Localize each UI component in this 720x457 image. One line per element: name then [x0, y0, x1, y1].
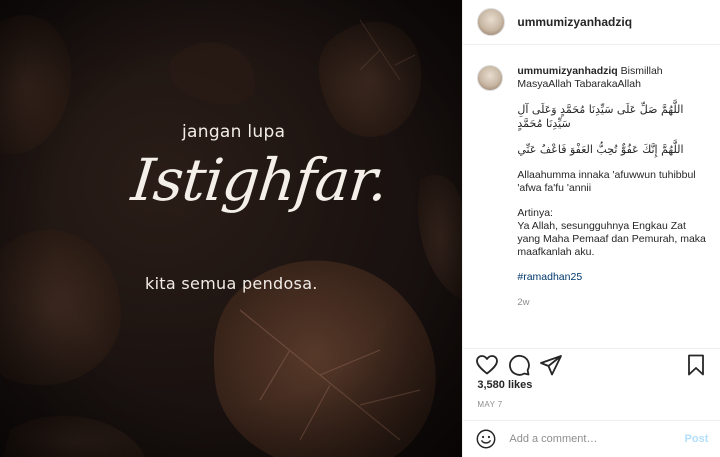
likes-count[interactable]: 3,580 likes: [477, 379, 532, 391]
post-image[interactable]: jangan lupa Istighfar. kita semua pendos…: [0, 0, 463, 457]
caption-body: ummumizyanhadziq Bismillah MasyaAllah Ta…: [517, 65, 706, 309]
comment-icon[interactable]: [507, 353, 531, 377]
post-button[interactable]: Post: [685, 433, 709, 445]
image-text-kita-semua: kita semua pendosa.: [145, 274, 318, 293]
caption-arabic-salawat: اللَّهُمَّ صَلِّ عَلَى سَيِّدِنَا مُحَمَ…: [517, 103, 684, 130]
caption-username[interactable]: ummumizyanhadziq: [517, 65, 617, 77]
caption-translation-title: Artinya:: [517, 207, 553, 219]
caption-row: ummumizyanhadziq Bismillah MasyaAllah Ta…: [477, 65, 706, 309]
hashtag-link[interactable]: #ramadhan25: [517, 271, 582, 283]
action-bar: [463, 348, 720, 380]
comments-section[interactable]: ummumizyanhadziq Bismillah MasyaAllah Ta…: [463, 53, 720, 338]
caption-time[interactable]: 2w: [517, 296, 706, 309]
comment-input[interactable]: [507, 432, 682, 446]
image-text-istighfar: Istighfar.: [128, 146, 391, 214]
header-username[interactable]: ummumizyanhadziq: [517, 15, 632, 29]
avatar[interactable]: [477, 8, 506, 36]
share-icon[interactable]: [539, 353, 563, 377]
post-side-panel: ummumizyanhadziq ummumizyanhadziq Bismil…: [462, 0, 720, 457]
heart-icon[interactable]: [475, 353, 499, 377]
caption-avatar[interactable]: [477, 65, 504, 91]
caption-translation: Ya Allah, sesungguhnya Engkau Zat yang M…: [517, 220, 706, 258]
caption-transliteration: Allaahumma innaka 'afuwwun tuhibbul 'afw…: [517, 169, 696, 194]
post-header: ummumizyanhadziq: [463, 0, 720, 45]
image-text-jangan-lupa: jangan lupa: [182, 122, 286, 142]
bookmark-icon[interactable]: [684, 353, 708, 377]
autumn-leaves-background: [0, 0, 463, 457]
emoji-icon[interactable]: [475, 428, 497, 450]
add-comment-bar: Post: [463, 420, 720, 457]
post-date[interactable]: MAY 7: [477, 400, 502, 409]
instagram-post-modal: jangan lupa Istighfar. kita semua pendos…: [0, 0, 720, 457]
caption-arabic-dua: اللَّهُمَّ إِنَّكَ عَفُوٌّ تُحِبُّ العَف…: [517, 143, 684, 156]
